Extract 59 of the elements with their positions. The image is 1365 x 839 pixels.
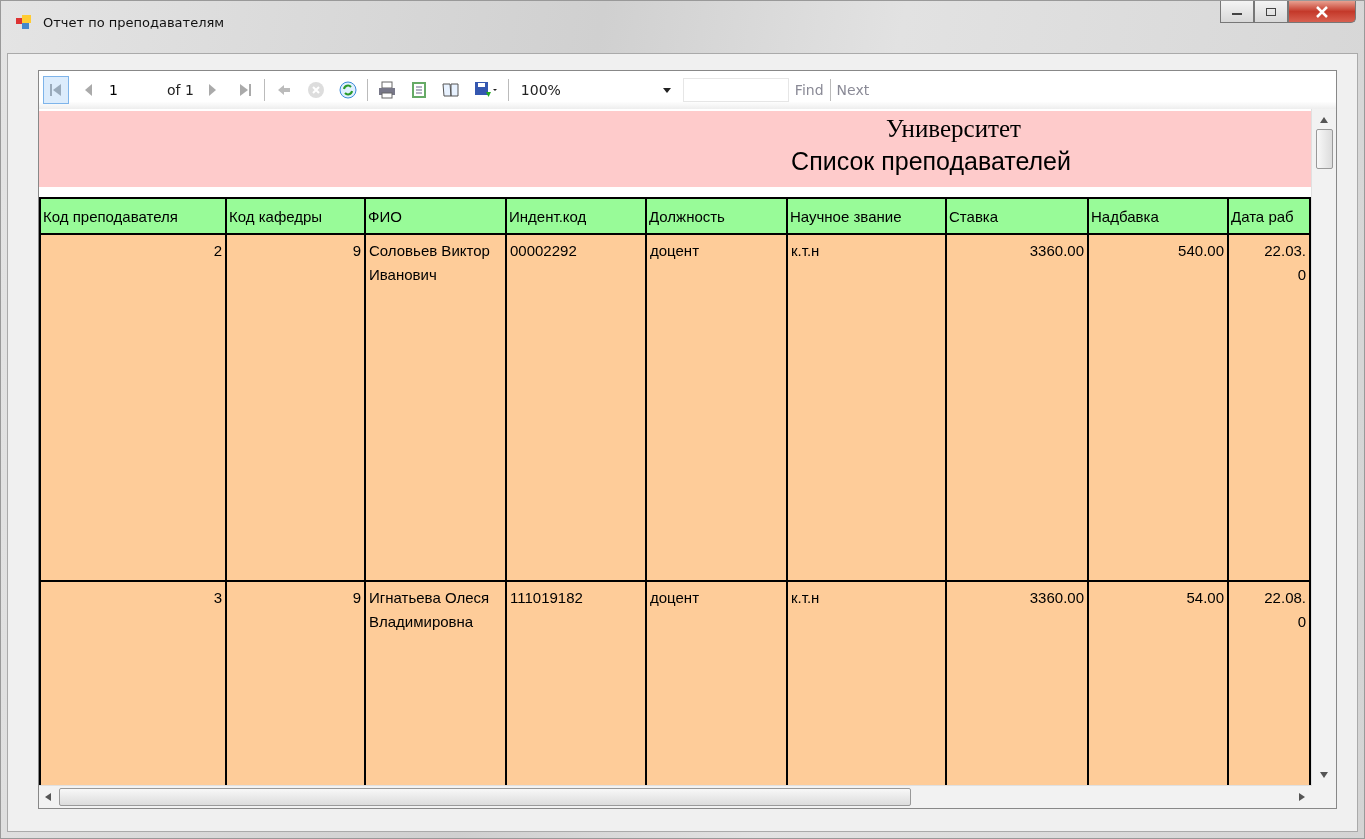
column-header: Научное звание	[788, 199, 947, 235]
report-title: Университет	[886, 115, 1021, 143]
refresh-icon	[338, 81, 357, 99]
table-cell: доцент	[647, 582, 788, 785]
column-header: ФИО	[366, 199, 507, 235]
table-cell: 22.03. 0	[1229, 235, 1311, 582]
table-cell: Игнатьева Олеся Владимировна	[366, 582, 507, 785]
save-icon	[473, 81, 498, 99]
table-cell: 9	[227, 582, 366, 785]
minimize-button[interactable]	[1220, 1, 1254, 23]
previous-page-icon	[83, 82, 93, 98]
horizontal-scrollbar[interactable]	[39, 785, 1311, 808]
table-cell: 22.08. 0	[1229, 582, 1311, 785]
column-header: Надбавка	[1089, 199, 1229, 235]
table-cell: к.т.н	[788, 235, 947, 582]
table-cell: 00002292	[507, 235, 647, 582]
column-header: Код кафедры	[227, 199, 366, 235]
table-cell: 3	[41, 582, 227, 785]
close-icon	[1315, 5, 1329, 18]
column-header: Должность	[647, 199, 788, 235]
caret-icon	[662, 87, 671, 93]
table-cell: доцент	[647, 235, 788, 582]
scroll-thumb[interactable]	[1315, 129, 1333, 169]
window-title: Отчет по преподавателям	[43, 15, 225, 30]
column-header: Индент.код	[507, 199, 647, 235]
column-header: Код преподавателя	[41, 199, 227, 235]
table-cell: 2	[41, 235, 227, 582]
last-page-icon	[237, 82, 252, 98]
report-subtitle: Список преподавателей	[791, 147, 1071, 176]
vertical-scrollbar[interactable]	[1311, 109, 1336, 786]
first-page-button[interactable]	[43, 76, 69, 104]
page-icon	[410, 81, 427, 99]
maximize-button[interactable]	[1254, 1, 1288, 23]
table-cell: 9	[227, 235, 366, 582]
table-cell: Соловьев Виктор Иванович	[366, 235, 507, 582]
scroll-down-icon[interactable]	[1320, 772, 1328, 778]
maximize-icon	[1265, 6, 1277, 17]
table-cell: к.т.н	[788, 582, 947, 785]
stop-icon	[306, 81, 325, 99]
scroll-left-icon[interactable]	[45, 793, 51, 801]
page-count: of 1	[167, 82, 194, 98]
next-page-icon	[207, 82, 218, 98]
scroll-up-icon[interactable]	[1320, 117, 1328, 123]
table-cell: 3360.00	[947, 582, 1089, 785]
table-cell: 111019182	[507, 582, 647, 785]
app-icon	[15, 13, 33, 31]
column-header: Ставка	[947, 199, 1089, 235]
column-header: Дата раб	[1229, 199, 1311, 235]
find-field[interactable]	[682, 78, 789, 102]
back-arrow-icon	[276, 84, 291, 96]
table-cell: 540.00	[1089, 235, 1229, 582]
book-icon	[441, 82, 460, 98]
print-icon	[377, 81, 396, 99]
table-cell: 54.00	[1089, 582, 1229, 785]
scroll-right-icon[interactable]	[1299, 793, 1305, 801]
first-page-icon	[49, 82, 63, 98]
close-button[interactable]	[1288, 1, 1356, 23]
scroll-thumb[interactable]	[59, 788, 911, 806]
table-cell: 3360.00	[947, 235, 1089, 582]
